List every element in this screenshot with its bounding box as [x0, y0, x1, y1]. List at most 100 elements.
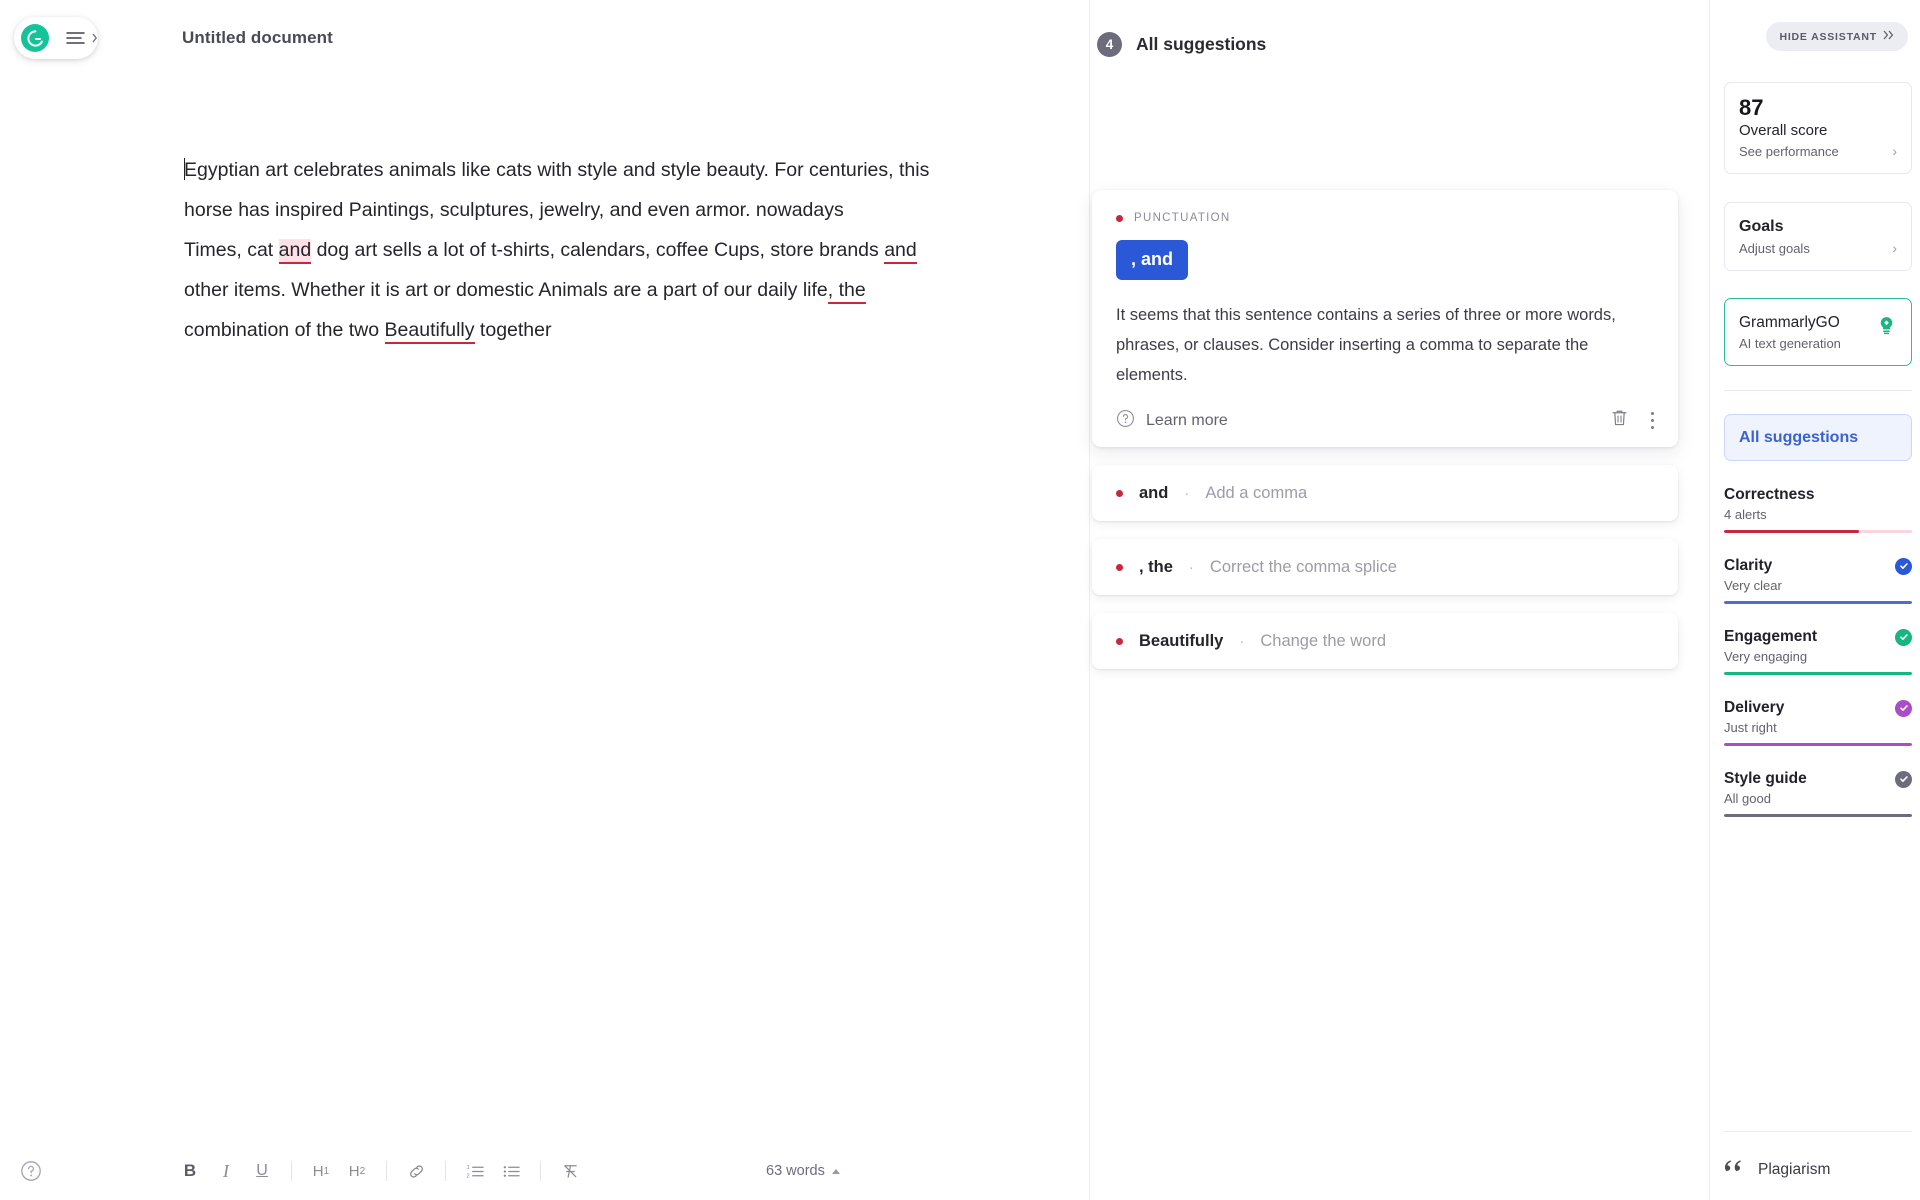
metric-engagement[interactable]: Engagement Very engaging	[1724, 628, 1912, 675]
underline-button[interactable]: U	[244, 1154, 280, 1188]
heading-1-button[interactable]: H1	[303, 1154, 339, 1188]
document-paragraph-1[interactable]: Egyptian art celebrates animals like cat…	[184, 150, 944, 230]
overall-score-title: Overall score	[1739, 122, 1828, 140]
metric-name: Delivery	[1724, 699, 1785, 716]
metric-status: Very clear	[1724, 578, 1782, 593]
word-count[interactable]: 63 words	[766, 1163, 840, 1179]
metric-progress-bar	[1724, 814, 1912, 817]
more-vertical-icon[interactable]	[1650, 411, 1654, 430]
check-icon	[1895, 699, 1912, 717]
category-dot-icon	[1116, 637, 1123, 645]
paragraph-1-text: Egyptian art celebrates animals like cat…	[184, 159, 930, 221]
suggestion-category-row: PUNCTUATION	[1116, 212, 1654, 224]
mini-suggestion-word: , the	[1139, 557, 1173, 576]
suggestion-underline-comma-the[interactable]: , the	[827, 279, 866, 304]
document-title[interactable]: Untitled document	[182, 28, 333, 48]
apply-replacement-button[interactable]: , and	[1116, 240, 1189, 280]
grammarly-editor-app: Untitled document Egyptian art celebrate…	[0, 0, 1920, 1200]
overall-score-card[interactable]: 87 Overall score See performance ›	[1724, 82, 1912, 175]
svg-text:2: 2	[466, 1173, 469, 1179]
suggestion-underline-and[interactable]: and	[884, 239, 917, 264]
help-circle-icon	[1116, 409, 1135, 433]
metric-progress-fill	[1724, 743, 1912, 746]
suggestions-header: 4 All suggestions	[1097, 32, 1266, 57]
grammarly-go-card[interactable]: GrammarlyGO AI text generation	[1724, 298, 1912, 366]
hamburger-menu-icon[interactable]	[65, 30, 98, 46]
mini-suggestion-action: Correct the comma splice	[1209, 557, 1397, 576]
trash-icon[interactable]	[1610, 408, 1629, 433]
check-icon	[1895, 557, 1912, 575]
learn-more-label: Learn more	[1146, 411, 1228, 429]
heading-2-button[interactable]: H2	[339, 1154, 375, 1188]
suggestion-card-expanded[interactable]: PUNCTUATION , and It seems that this sen…	[1092, 190, 1678, 447]
assistant-bottom-divider	[1724, 1131, 1912, 1132]
document-paragraph-2[interactable]: Times, cat and dog art sells a lot of t-…	[184, 230, 944, 350]
suggestion-count-badge: 4	[1097, 32, 1122, 57]
svg-text:1: 1	[466, 1165, 469, 1171]
toolbar-divider	[291, 1161, 292, 1181]
goals-card[interactable]: Goals Adjust goals ›	[1724, 202, 1912, 271]
suggestion-card-collapsed[interactable]: and · Add a comma	[1092, 465, 1678, 521]
metric-progress-bar	[1724, 743, 1912, 746]
category-dot-icon	[1116, 489, 1123, 497]
tab-all-suggestions[interactable]: All suggestions	[1724, 414, 1912, 461]
suggestion-explanation: It seems that this sentence contains a s…	[1116, 306, 1616, 384]
metric-correctness[interactable]: Correctness 4 alerts	[1724, 486, 1912, 533]
hide-assistant-button[interactable]: HIDE ASSISTANT	[1766, 22, 1908, 51]
plagiarism-button[interactable]: Plagiarism	[1724, 1159, 1830, 1180]
quote-icon	[1724, 1159, 1746, 1180]
plagiarism-label: Plagiarism	[1758, 1160, 1831, 1178]
formatting-toolbar: B I U H1 H2 1 2 63 words	[0, 1142, 1090, 1200]
clear-formatting-icon[interactable]	[552, 1154, 588, 1188]
toolbar-divider	[445, 1161, 446, 1181]
metric-style-guide[interactable]: Style guide All good	[1724, 770, 1912, 817]
metric-progress-bar	[1724, 530, 1912, 533]
suggestion-highlight-and[interactable]: and	[278, 239, 312, 264]
mini-suggestion-word: Beautifully	[1139, 631, 1224, 650]
metric-delivery[interactable]: Delivery Just right	[1724, 699, 1912, 746]
mini-suggestion-word: and	[1139, 483, 1169, 502]
metric-status: All good	[1724, 791, 1771, 806]
metric-name: Style guide	[1724, 770, 1807, 787]
editor-column: Untitled document Egyptian art celebrate…	[0, 0, 1090, 1200]
metric-clarity[interactable]: Clarity Very clear	[1724, 557, 1912, 604]
mini-suggestion-action: Add a comma	[1205, 483, 1308, 502]
metric-name: Clarity	[1724, 557, 1773, 574]
metrics-list: Correctness 4 alerts Clarity Very clear	[1724, 486, 1912, 841]
suggestion-card-actions	[1610, 408, 1654, 433]
suggestion-card-footer: Learn more	[1116, 408, 1654, 433]
brand-pill	[14, 17, 98, 59]
mini-separator: ·	[1188, 558, 1194, 576]
toolbar-divider	[386, 1161, 387, 1181]
grammarly-logo-icon[interactable]	[21, 24, 49, 52]
metric-progress-fill	[1724, 530, 1860, 533]
p2-seg-e: together	[474, 319, 552, 341]
grammarly-go-title: GrammarlyGO	[1739, 314, 1840, 331]
bold-button[interactable]: B	[172, 1154, 208, 1188]
suggestion-card-collapsed[interactable]: , the · Correct the comma splice	[1092, 539, 1678, 595]
word-count-label: 63 words	[766, 1163, 825, 1179]
learn-more-button[interactable]: Learn more	[1116, 409, 1228, 433]
mini-separator: ·	[1239, 632, 1245, 650]
mini-suggestion-action: Change the word	[1260, 631, 1387, 650]
toolbar-divider	[540, 1161, 541, 1181]
metric-progress-fill	[1724, 601, 1912, 604]
double-chevron-right-icon	[1883, 30, 1895, 43]
numbered-list-icon[interactable]: 1 2	[457, 1154, 493, 1188]
p2-seg-b: dog art sells a lot of t-shirts, calenda…	[311, 239, 885, 261]
italic-button[interactable]: I	[208, 1154, 244, 1188]
assistant-panel: HIDE ASSISTANT 87 Overall score See perf…	[1710, 0, 1920, 1200]
suggestion-underline-beautifully[interactable]: Beautifully	[384, 319, 475, 344]
suggestion-card-collapsed[interactable]: Beautifully · Change the word	[1092, 613, 1678, 669]
overall-score-value: 87	[1739, 95, 1764, 120]
link-icon[interactable]	[398, 1154, 434, 1188]
category-dot-icon	[1116, 214, 1123, 222]
hide-assistant-label: HIDE ASSISTANT	[1779, 30, 1877, 43]
document-body[interactable]: Egyptian art celebrates animals like cat…	[184, 150, 944, 350]
suggestions-header-title: All suggestions	[1136, 34, 1267, 54]
metric-name: Correctness	[1724, 486, 1815, 503]
toolbar-buttons: B I U H1 H2 1 2	[172, 1154, 588, 1188]
p2-seg-d: combination of the two	[184, 319, 385, 341]
help-circle-icon[interactable]	[20, 1160, 42, 1182]
bullet-list-icon[interactable]	[493, 1154, 529, 1188]
